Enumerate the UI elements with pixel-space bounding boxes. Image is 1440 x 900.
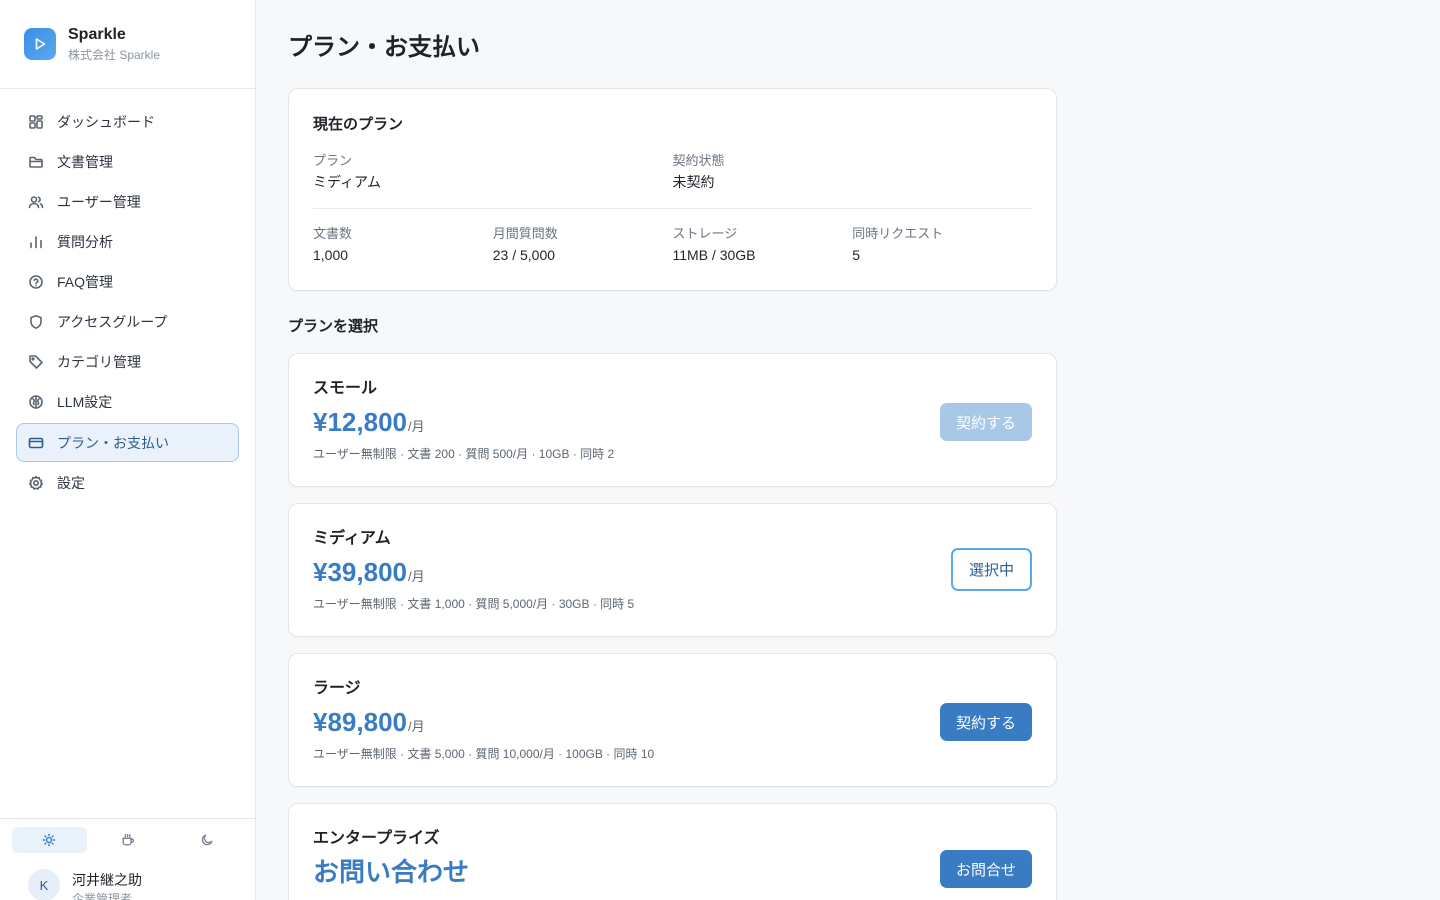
plan-name: エンタープライズ [313, 830, 440, 847]
sidebar-item-label: 文書管理 [57, 154, 113, 170]
plan-features: ユーザー無制限 · 文書 200 · 質問 500/月 · 10GB · 同時 … [313, 447, 615, 461]
plan-features: ユーザー無制限 · 文書 5,000 · 質問 10,000/月 · 100GB… [313, 747, 655, 761]
stat-value: 11MB / 30GB [672, 247, 756, 263]
sun-icon [42, 833, 56, 847]
current-plan-card: 現在のプラン プラン ミディアム 契約状態 未契約 文書数 1,000 月間質問… [288, 88, 1057, 291]
sidebar-item-label: ユーザー管理 [57, 194, 141, 210]
sidebar-nav: ダッシュボード 文書管理 ユーザー管理 質問分析 FAQ管理 アクセスグループ … [0, 89, 255, 504]
user-name: 河井継之助 [72, 872, 142, 888]
sidebar-item-label: LLM設定 [57, 394, 113, 410]
credit-card-icon [27, 434, 45, 452]
sidebar-item-access-groups[interactable]: アクセスグループ [16, 303, 239, 341]
plan-card-small: スモール ¥12,800 /月 ユーザー無制限 · 文書 200 · 質問 50… [288, 353, 1057, 487]
plan-label: プラン [313, 153, 353, 168]
sidebar-item-label: カテゴリ管理 [57, 354, 141, 370]
plan-unit: /月 [407, 569, 425, 584]
theme-dark-button[interactable] [169, 827, 244, 853]
brain-icon [27, 393, 45, 411]
stat-value: 5 [852, 247, 861, 263]
sidebar-item-users[interactable]: ユーザー管理 [16, 183, 239, 221]
brand: Sparkle 株式会社 Sparkle [0, 0, 255, 89]
theme-coffee-button[interactable] [91, 827, 166, 853]
shield-icon [27, 313, 45, 331]
plan-price: お問い合わせ [313, 857, 470, 887]
stat-documents: 文書数 1,000 [313, 225, 493, 265]
stat-label: 月間質問数 [492, 226, 558, 241]
user-profile[interactable]: K 河井継之助 企業管理者 [28, 869, 142, 900]
sidebar-item-documents[interactable]: 文書管理 [16, 143, 239, 181]
selected-plan-button[interactable]: 選択中 [950, 548, 1032, 591]
grid-icon [27, 113, 45, 131]
stat-storage: ストレージ 11MB / 30GB [673, 225, 853, 265]
stat-concurrent-requests: 同時リクエスト 5 [852, 225, 1032, 265]
plan-unit: /月 [407, 719, 425, 734]
app-root: Sparkle 株式会社 Sparkle ダッシュボード 文書管理 ユーザー管理… [0, 0, 1440, 900]
sidebar-item-label: FAQ管理 [57, 274, 114, 290]
folder-icon [27, 153, 45, 171]
sidebar-item-faq[interactable]: FAQ管理 [16, 263, 239, 301]
plan-unit: /月 [407, 419, 425, 434]
users-icon [27, 193, 45, 211]
stat-label: ストレージ [672, 226, 738, 241]
sidebar-item-billing[interactable]: プラン・お支払い [16, 423, 239, 462]
sidebar-item-llm-settings[interactable]: LLM設定 [16, 383, 239, 421]
stat-value: 23 / 5,000 [492, 247, 556, 263]
sidebar-footer: K 河井継之助 企業管理者 [0, 818, 255, 900]
sidebar-item-label: アクセスグループ [57, 314, 168, 330]
status-label: 契約状態 [672, 153, 725, 168]
moon-icon [200, 833, 214, 847]
plan-card-enterprise: エンタープライズ お問い合わせ お問合せ [288, 803, 1057, 900]
plan-field: プラン ミディアム [313, 152, 673, 192]
sidebar-item-dashboard[interactable]: ダッシュボード [16, 103, 239, 141]
sidebar-item-label: 質問分析 [57, 234, 113, 250]
sidebar-item-label: 設定 [57, 475, 85, 491]
help-circle-icon [27, 273, 45, 291]
stat-label: 同時リクエスト [852, 226, 944, 241]
plan-card-medium: ミディアム ¥39,800 /月 ユーザー無制限 · 文書 1,000 · 質問… [288, 503, 1057, 637]
sidebar: Sparkle 株式会社 Sparkle ダッシュボード 文書管理 ユーザー管理… [0, 0, 256, 900]
page-title: プラン・お支払い [288, 34, 480, 61]
plan-price: ¥89,800 [313, 707, 407, 737]
stat-value: 1,000 [313, 247, 349, 263]
bar-chart-icon [27, 233, 45, 251]
theme-light-button[interactable] [12, 827, 87, 853]
divider [313, 208, 1032, 209]
plan-price: ¥12,800 [313, 407, 407, 437]
plan-name: ラージ [313, 680, 361, 697]
brand-company: 株式会社 Sparkle [68, 48, 161, 62]
status-field: 契約状態 未契約 [673, 152, 1033, 192]
plan-price: ¥39,800 [313, 557, 407, 587]
plan-name: スモール [313, 380, 378, 397]
select-plan-heading: プランを選択 [288, 318, 379, 335]
subscribe-button[interactable]: 契約する [939, 403, 1032, 441]
sidebar-item-label: プラン・お支払い [57, 434, 169, 451]
main-content: プラン・お支払い 現在のプラン プラン ミディアム 契約状態 未契約 文書数 1… [256, 0, 1440, 900]
plan-features: ユーザー無制限 · 文書 1,000 · 質問 5,000/月 · 30GB ·… [313, 597, 635, 611]
sidebar-item-label: ダッシュボード [57, 114, 155, 130]
plan-card-large: ラージ ¥89,800 /月 ユーザー無制限 · 文書 5,000 · 質問 1… [288, 653, 1057, 787]
plan-name: ミディアム [313, 530, 391, 547]
gear-icon [27, 474, 45, 492]
coffee-icon [121, 833, 135, 847]
theme-switcher [12, 827, 244, 853]
play-logo-icon [24, 28, 56, 60]
plan-value: ミディアム [313, 174, 382, 190]
user-role: 企業管理者 [72, 892, 133, 900]
sidebar-item-settings[interactable]: 設定 [16, 464, 239, 502]
sidebar-item-analytics[interactable]: 質問分析 [16, 223, 239, 261]
brand-name: Sparkle [68, 26, 126, 43]
status-value: 未契約 [672, 174, 715, 190]
current-plan-heading: 現在のプラン [313, 116, 404, 133]
avatar: K [28, 869, 60, 900]
stat-monthly-questions: 月間質問数 23 / 5,000 [493, 225, 673, 265]
tag-icon [27, 353, 45, 371]
stat-label: 文書数 [313, 226, 353, 241]
sidebar-item-categories[interactable]: カテゴリ管理 [16, 343, 239, 381]
subscribe-button[interactable]: 契約する [939, 703, 1032, 741]
contact-button[interactable]: お問合せ [939, 850, 1032, 888]
